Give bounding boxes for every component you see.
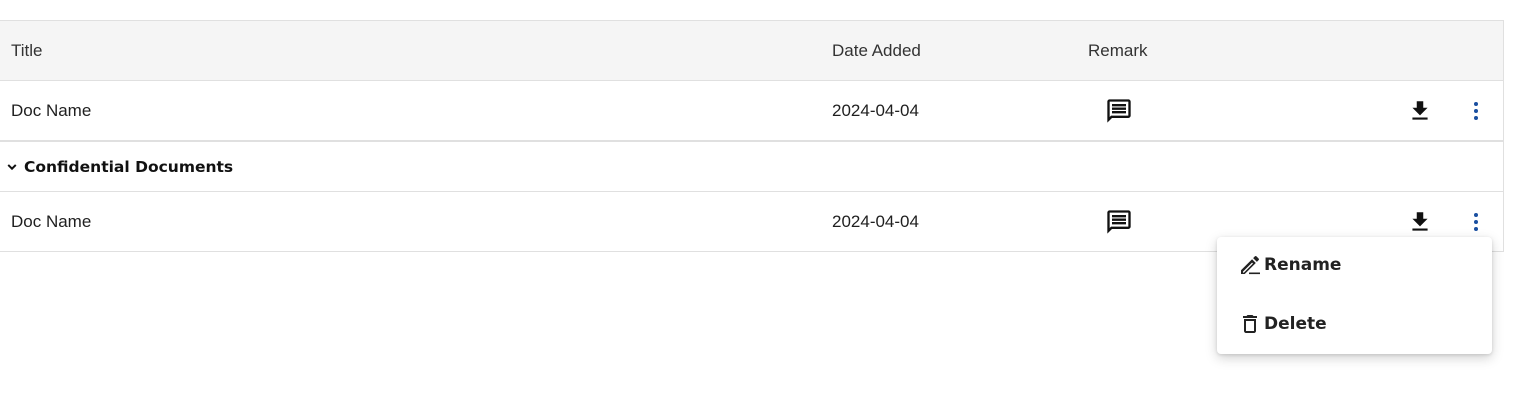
documents-table: Title Date Added Remark Doc Name 2024-04… — [0, 20, 1504, 252]
doc-title: Doc Name — [11, 100, 92, 120]
header-date-added[interactable]: Date Added — [832, 21, 921, 80]
group-toggle[interactable]: Confidential Documents — [4, 142, 233, 191]
doc-title: Doc Name — [11, 211, 92, 231]
table-header: Title Date Added Remark — [0, 21, 1503, 81]
trash-icon — [1238, 312, 1264, 336]
group-label: Confidential Documents — [24, 157, 234, 176]
more-vert-icon[interactable] — [1460, 81, 1492, 140]
row-actions-menu: Rename Delete — [1217, 237, 1492, 354]
delete-menu-item[interactable]: Delete — [1217, 300, 1492, 348]
group-header-row[interactable]: Confidential Documents — [0, 141, 1503, 192]
delete-label: Delete — [1264, 314, 1327, 334]
download-icon[interactable] — [1404, 81, 1436, 140]
header-title[interactable]: Title — [11, 21, 43, 80]
edit-pencil-icon — [1238, 253, 1264, 277]
rename-menu-item[interactable]: Rename — [1217, 241, 1492, 289]
comment-icon[interactable] — [1103, 81, 1135, 140]
rename-label: Rename — [1264, 255, 1342, 275]
doc-date-added: 2024-04-04 — [832, 211, 919, 231]
chevron-down-icon — [4, 159, 20, 175]
table-row[interactable]: Doc Name 2024-04-04 — [0, 81, 1503, 141]
header-remark[interactable]: Remark — [1088, 21, 1148, 80]
doc-date-added: 2024-04-04 — [832, 100, 919, 120]
comment-icon[interactable] — [1103, 192, 1135, 251]
